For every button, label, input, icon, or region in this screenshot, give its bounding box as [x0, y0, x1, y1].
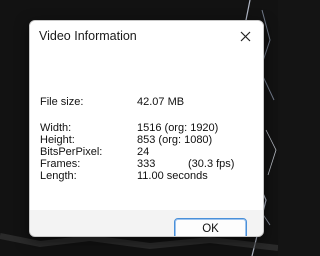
info-panel: File size: 42.07 MB Width: 1516 (org: 19… [30, 51, 263, 210]
length-value: 11.00 seconds [137, 170, 208, 182]
close-icon [240, 31, 250, 41]
width-value: 1516 (org: 1920) [137, 122, 219, 134]
close-button[interactable] [231, 24, 259, 48]
ok-button[interactable]: OK [174, 218, 247, 236]
frames-value: 333 [137, 158, 156, 170]
length-label: Length: [40, 170, 77, 182]
height-label: Height: [40, 134, 75, 146]
bits-per-pixel-label: BitsPerPixel: [40, 146, 103, 158]
width-label: Width: [40, 122, 72, 134]
file-size-label: File size: [40, 96, 84, 108]
file-size-value: 42.07 MB [137, 96, 185, 108]
frames-label: Frames: [40, 158, 81, 170]
bits-per-pixel-value: 24 [137, 146, 150, 158]
dialog-title: Video Information [39, 29, 137, 43]
video-information-dialog: Video Information File size: 42.07 MB Wi… [29, 20, 264, 237]
fps-value: (30.3 fps) [188, 158, 235, 170]
height-value: 853 (org: 1080) [137, 134, 213, 146]
dialog-titlebar: Video Information [30, 21, 263, 51]
